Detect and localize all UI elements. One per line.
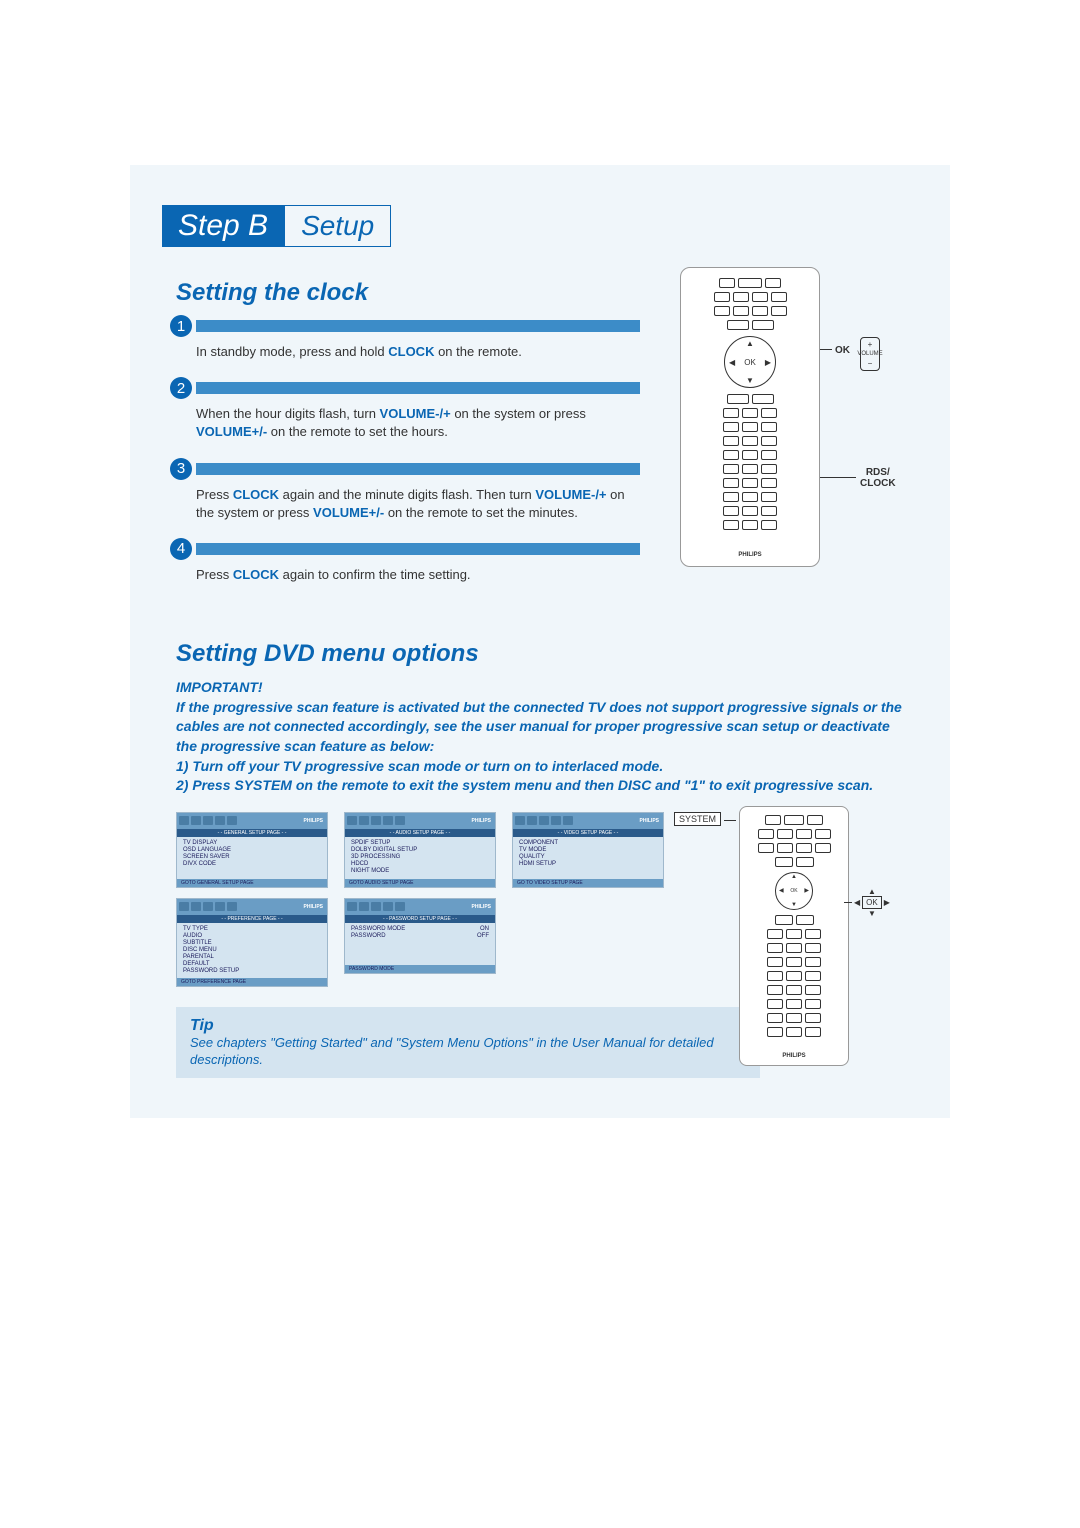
ok-button-icon: ▲ ◀ OK ▶ ▼: [724, 336, 776, 388]
callout-ok: OK: [862, 896, 882, 909]
left-arrow-icon: ◀: [729, 358, 735, 367]
remote-illustration-2: SYSTEM ▲ ◀ OK ▶ ▼: [684, 812, 884, 987]
step-number: 2: [170, 377, 192, 399]
section-title-dvd: Setting DVD menu options: [176, 640, 940, 668]
manual-page: Step B Setup Setting the clock 1 In stan…: [130, 165, 950, 1118]
callout-volume-group: + VOLUME −: [860, 337, 880, 371]
remote-illustration-column: ▲ ◀ OK ▶ ▼ PHILIPS OK: [660, 267, 940, 600]
step-text: When the hour digits flash, turn VOLUME-…: [196, 405, 636, 441]
callout-ok: OK: [835, 345, 850, 356]
step-number: 3: [170, 458, 192, 480]
down-arrow-icon: ▼: [746, 376, 754, 385]
callout-line: [724, 820, 736, 821]
callout-line: [844, 902, 852, 903]
callout-system: SYSTEM: [674, 812, 721, 826]
remote-diagram-small: ▲ ◀ OK ▶ ▼ PHILIPS: [739, 806, 849, 1066]
tip-title: Tip: [190, 1017, 746, 1035]
important-line-2: 2) Press SYSTEM on the remote to exit th…: [176, 776, 904, 796]
section-title-clock: Setting the clock: [176, 279, 640, 307]
step-3: 3 Press CLOCK again and the minute digit…: [140, 458, 640, 522]
up-arrow-icon: ▲: [854, 887, 890, 896]
callout-clock: RDS/ CLOCK: [860, 467, 896, 489]
step-bar: [196, 463, 640, 475]
step-number: 4: [170, 538, 192, 560]
step-text: Press CLOCK again and the minute digits …: [196, 486, 636, 522]
preference-panel: PHILIPS - - PREFERENCE PAGE - - TV TYPE …: [176, 898, 328, 987]
callout-ok-group: ▲ ◀ OK ▶ ▼: [854, 887, 890, 918]
important-body: If the progressive scan feature is activ…: [176, 698, 904, 757]
step-badge: Step B: [162, 205, 284, 247]
important-line-1: 1) Turn off your TV progressive scan mod…: [176, 757, 904, 777]
step-2: 2 When the hour digits flash, turn VOLUM…: [140, 377, 640, 441]
section-dvd-menu: Setting DVD menu options IMPORTANT! If t…: [140, 640, 940, 1078]
brand-label: PHILIPS: [782, 1053, 805, 1059]
step-bar: [196, 382, 640, 394]
audio-setup-panel: PHILIPS - - AUDIO SETUP PAGE - - SPDIF S…: [344, 812, 496, 888]
step-bar: [196, 543, 640, 555]
left-arrow-icon: ◀: [854, 898, 860, 907]
step-number: 1: [170, 315, 192, 337]
step-text: Press CLOCK again to confirm the time se…: [196, 566, 636, 584]
up-arrow-icon: ▲: [746, 339, 754, 348]
right-arrow-icon: ▶: [884, 898, 890, 907]
callout-line: [820, 477, 856, 478]
down-arrow-icon: ▼: [791, 902, 797, 908]
password-setup-panel: PHILIPS - - PASSWORD SETUP PAGE - - PASS…: [344, 898, 496, 974]
left-arrow-icon: ◀: [779, 887, 784, 894]
menu-panels: PHILIPS - - GENERAL SETUP PAGE - - TV DI…: [176, 812, 664, 987]
step-bar: [196, 320, 640, 332]
important-title: IMPORTANT!: [176, 678, 904, 698]
step-header: Step B Setup: [162, 205, 940, 247]
right-arrow-icon: ▶: [804, 887, 809, 894]
right-arrow-icon: ▶: [765, 358, 771, 367]
important-block: IMPORTANT! If the progressive scan featu…: [176, 678, 904, 796]
general-setup-panel: PHILIPS - - GENERAL SETUP PAGE - - TV DI…: [176, 812, 328, 888]
remote-diagram: ▲ ◀ OK ▶ ▼ PHILIPS: [680, 267, 820, 567]
up-arrow-icon: ▲: [791, 874, 797, 880]
down-arrow-icon: ▼: [854, 909, 890, 918]
volume-pill-icon: + VOLUME −: [860, 337, 880, 371]
step-text: In standby mode, press and hold CLOCK on…: [196, 343, 636, 361]
tip-box: Tip See chapters "Getting Started" and "…: [176, 1007, 760, 1079]
section-setting-clock: Setting the clock 1 In standby mode, pre…: [140, 267, 940, 600]
tip-text: See chapters "Getting Started" and "Syst…: [190, 1035, 746, 1069]
setup-label: Setup: [284, 205, 391, 247]
callout-line: [820, 349, 832, 350]
step-4: 4 Press CLOCK again to confirm the time …: [140, 538, 640, 584]
dpad-icon: ▲ ◀ OK ▶ ▼: [775, 872, 813, 910]
brand-label: PHILIPS: [738, 552, 761, 558]
step-1: 1 In standby mode, press and hold CLOCK …: [140, 315, 640, 361]
video-setup-panel: PHILIPS - - VIDEO SETUP PAGE - - COMPONE…: [512, 812, 664, 888]
